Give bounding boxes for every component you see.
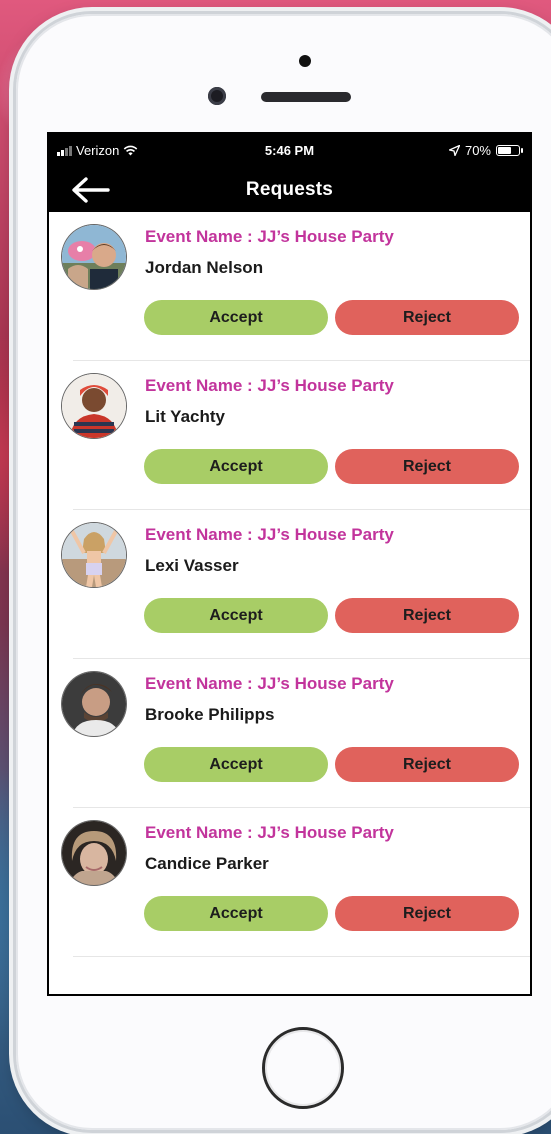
event-name: Event Name : JJ’s House Party — [145, 376, 394, 395]
status-right: 70% — [448, 143, 523, 158]
status-bar: Verizon 5:46 PM 70% — [49, 134, 530, 168]
accept-button[interactable]: Accept — [144, 598, 328, 633]
accept-button[interactable]: Accept — [144, 747, 328, 782]
accept-button[interactable]: Accept — [144, 449, 328, 484]
battery-icon — [496, 145, 523, 156]
event-name: Event Name : JJ’s House Party — [145, 525, 394, 544]
reject-button[interactable]: Reject — [335, 598, 519, 633]
requester-name: Candice Parker — [145, 854, 269, 873]
reject-button[interactable]: Reject — [335, 300, 519, 335]
home-button[interactable] — [262, 1027, 344, 1109]
location-arrow-icon — [448, 145, 460, 156]
battery-percent: 70% — [464, 143, 491, 158]
avatar[interactable] — [62, 225, 126, 289]
request-item: Event Name : JJ’s House Party Lit Yachty… — [49, 361, 530, 510]
accept-button[interactable]: Accept — [144, 300, 328, 335]
front-camera — [208, 87, 226, 105]
page-title: Requests — [245, 179, 334, 200]
accept-button[interactable]: Accept — [144, 896, 328, 931]
request-item: Event Name : JJ’s House Party Lexi Vasse… — [49, 510, 530, 659]
app-screen: Verizon 5:46 PM 70% Requests Event Name … — [47, 132, 532, 996]
request-item: Event Name : JJ’s House Party Jordan Nel… — [49, 212, 530, 361]
requester-name: Jordan Nelson — [145, 258, 264, 277]
request-list: Event Name : JJ’s House Party Jordan Nel… — [49, 212, 530, 957]
proximity-sensor — [299, 55, 311, 67]
earpiece-speaker — [261, 92, 351, 102]
avatar[interactable] — [62, 672, 126, 736]
avatar[interactable] — [62, 374, 126, 438]
battery-level — [498, 147, 512, 154]
reject-button[interactable]: Reject — [335, 896, 519, 931]
event-name: Event Name : JJ’s House Party — [145, 227, 394, 246]
event-name: Event Name : JJ’s House Party — [145, 674, 394, 693]
avatar[interactable] — [62, 821, 126, 885]
event-name: Event Name : JJ’s House Party — [145, 823, 394, 842]
requester-name: Brooke Philipps — [145, 705, 275, 724]
request-item: Event Name : JJ’s House Party Candice Pa… — [49, 808, 530, 957]
request-item: Event Name : JJ’s House Party Brooke Phi… — [49, 659, 530, 808]
requester-name: Lexi Vasser — [145, 556, 239, 575]
avatar[interactable] — [62, 523, 126, 587]
requester-name: Lit Yachty — [145, 407, 225, 426]
reject-button[interactable]: Reject — [335, 747, 519, 782]
nav-bar: Requests — [49, 168, 530, 212]
reject-button[interactable]: Reject — [335, 449, 519, 484]
